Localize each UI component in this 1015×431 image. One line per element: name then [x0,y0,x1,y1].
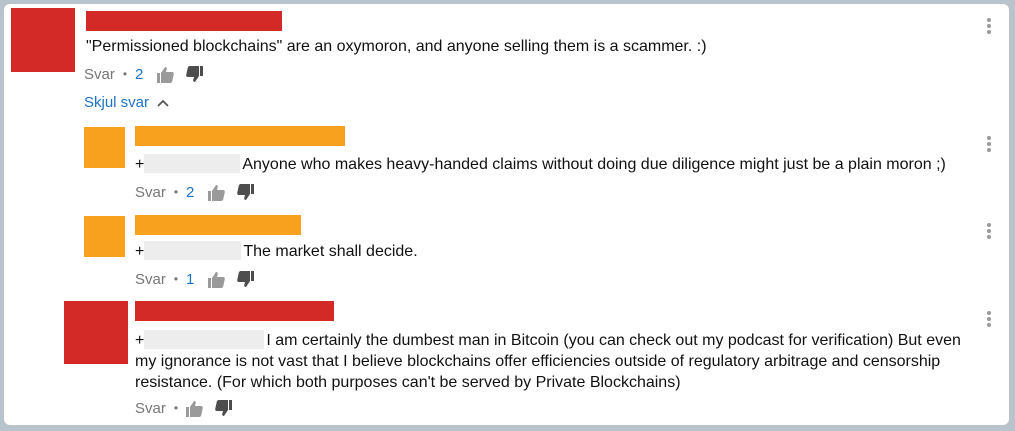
reply-button[interactable]: Svar [135,400,166,417]
separator: • [173,272,179,286]
comment-thread: "Permissioned blockchains" are an oxymor… [4,4,1009,425]
thumbs-down-icon[interactable] [236,270,255,288]
redacted-author-name[interactable] [135,126,345,146]
like-count: 2 [135,65,144,83]
avatar[interactable] [64,301,128,364]
thumbs-up-icon[interactable] [186,400,204,417]
mention-prefix: + [135,332,145,349]
more-vert-icon[interactable] [986,309,992,329]
redacted-mention[interactable] [144,241,242,260]
redacted-author-name[interactable] [135,301,334,321]
reply-actions: Svar • 1 [135,268,264,290]
mention-prefix: + [135,156,145,173]
reply-button[interactable]: Svar [135,184,166,201]
thumbs-down-icon[interactable] [185,65,204,83]
more-vert-icon[interactable] [986,134,992,154]
redacted-mention[interactable] [144,330,265,349]
avatar[interactable] [11,8,75,72]
reply-text: + The market shall decide. [135,241,418,262]
mention-prefix: + [135,243,145,260]
separator: • [173,401,179,415]
redacted-mention[interactable] [144,154,241,173]
reply-body: Anyone who makes heavy-handed claims wit… [242,156,946,173]
like-count: 1 [186,270,195,288]
chevron-up-icon [157,94,169,111]
comment-text: "Permissioned blockchains" are an oxymor… [86,38,707,55]
hide-replies-label: Skjul svar [84,94,150,111]
redacted-author-name[interactable] [135,215,301,235]
like-count: 2 [186,183,195,201]
reply-button[interactable]: Svar [84,66,115,83]
thumbs-up-icon[interactable] [208,271,226,288]
reply-button[interactable]: Svar [135,271,166,288]
thumbs-down-icon[interactable] [214,399,233,417]
redacted-author-name[interactable] [86,11,282,31]
thumbs-up-icon[interactable] [208,184,226,201]
reply-text: + Anyone who makes heavy-handed claims wi… [135,154,946,175]
reply-actions: Svar • 2 [135,181,264,203]
thumbs-up-icon[interactable] [157,66,175,83]
avatar[interactable] [84,127,125,168]
avatar[interactable] [84,216,125,257]
separator: • [122,67,128,81]
comment-actions: Svar • 2 [84,63,213,85]
reply-body: The market shall decide. [243,243,418,260]
separator: • [173,185,179,199]
reply-actions: Svar • [135,397,242,419]
thumbs-down-icon[interactable] [236,183,255,201]
reply-text: + I am certainly the dumbest man in Bitco… [135,330,970,393]
hide-replies-button[interactable]: Skjul svar [84,94,169,111]
more-vert-icon[interactable] [986,221,992,241]
more-vert-icon[interactable] [986,16,992,36]
